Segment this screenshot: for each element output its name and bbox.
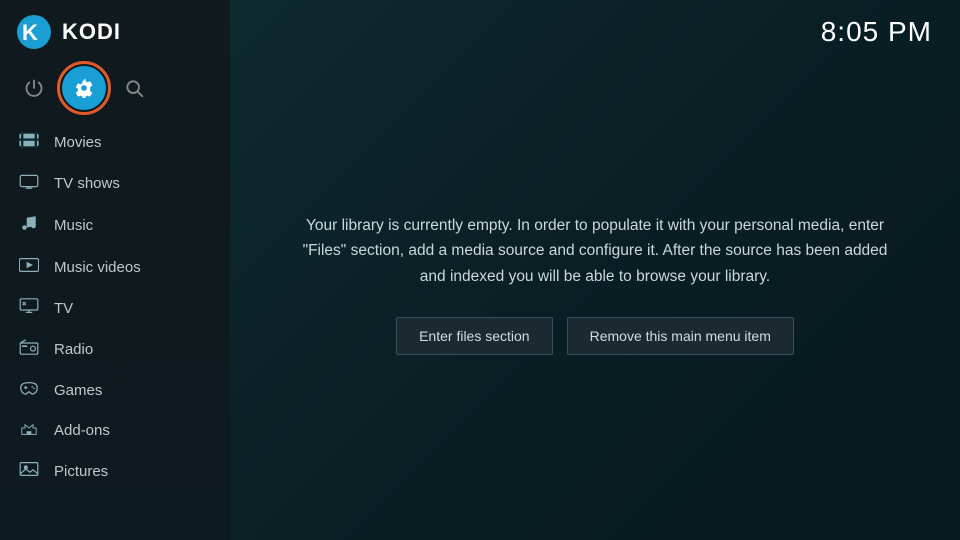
sidebar-item-games[interactable]: Games [0,370,230,410]
sidebar-item-tv-label: TV [54,300,73,317]
music-icon [18,214,40,237]
sidebar-item-tv-shows[interactable]: TV shows [0,163,230,204]
sidebar-item-tv-shows-label: TV shows [54,175,120,192]
sidebar-nav: Movies TV shows Music Music videos TV [0,122,230,492]
sidebar-item-radio[interactable]: Radio [0,329,230,370]
app-header: K KODI [0,0,230,62]
tv-icon [18,298,40,319]
sidebar-item-pictures[interactable]: Pictures [0,451,230,492]
sidebar: K KODI [0,0,230,540]
library-empty-message: Your library is currently empty. In orde… [290,213,900,290]
clock: 8:05 PM [821,16,932,48]
sidebar-item-music[interactable]: Music [0,204,230,247]
games-icon [18,380,40,400]
svg-text:K: K [22,20,38,45]
sidebar-item-add-ons[interactable]: Add-ons [0,410,230,451]
sidebar-top-icons [0,62,230,120]
tv-shows-icon [18,173,40,194]
enter-files-button[interactable]: Enter files section [396,317,553,355]
app-title: KODI [62,19,121,45]
sidebar-item-music-label: Music [54,217,93,234]
radio-icon [18,339,40,360]
main-content: 8:05 PM Your library is currently empty.… [230,0,960,540]
power-button[interactable] [12,66,56,110]
sidebar-item-radio-label: Radio [54,341,93,358]
search-button[interactable] [112,66,156,110]
kodi-logo-icon: K [16,14,52,50]
top-bar: 8:05 PM [230,0,960,48]
sidebar-item-pictures-label: Pictures [54,463,108,480]
sidebar-item-movies[interactable]: Movies [0,122,230,163]
sidebar-item-music-videos[interactable]: Music videos [0,247,230,288]
sidebar-item-movies-label: Movies [54,134,102,151]
sidebar-item-add-ons-label: Add-ons [54,422,110,439]
pictures-icon [18,461,40,482]
sidebar-item-tv[interactable]: TV [0,288,230,329]
music-videos-icon [18,257,40,278]
content-area: Your library is currently empty. In orde… [230,48,960,540]
movies-icon [18,132,40,153]
action-buttons: Enter files section Remove this main men… [396,317,794,355]
remove-menu-item-button[interactable]: Remove this main menu item [567,317,794,355]
sidebar-item-music-videos-label: Music videos [54,259,141,276]
sidebar-item-games-label: Games [54,382,102,399]
settings-button[interactable] [62,66,106,110]
add-ons-icon [18,420,40,441]
